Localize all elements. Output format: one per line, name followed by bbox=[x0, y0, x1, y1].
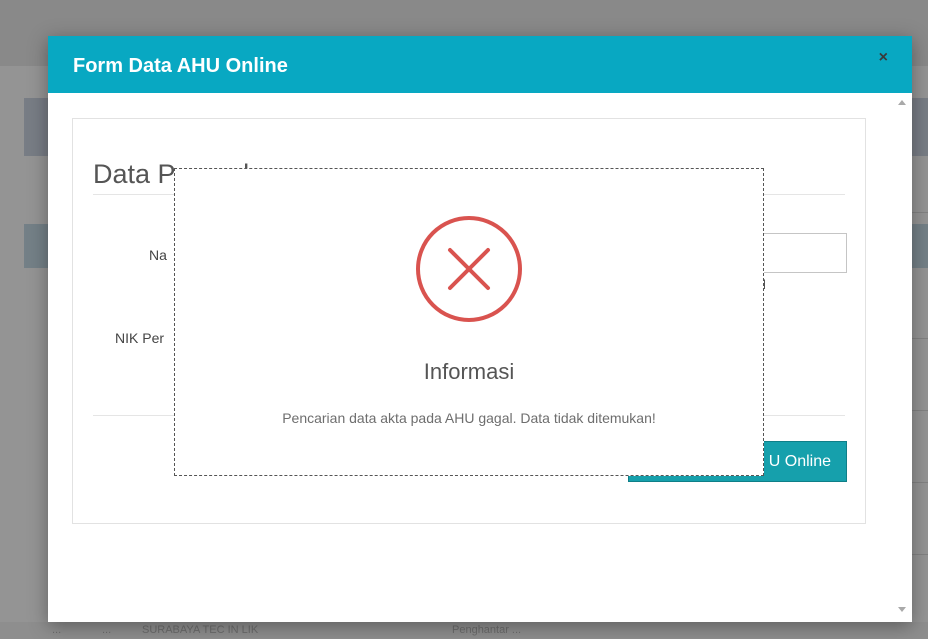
modal-header: Form Data AHU Online × bbox=[48, 36, 912, 93]
error-x-icon bbox=[416, 216, 522, 322]
alert-message: Pencarian data akta pada AHU gagal. Data… bbox=[282, 410, 656, 426]
nama-label: Na bbox=[149, 247, 167, 263]
alert-title: Informasi bbox=[423, 359, 515, 384]
nik-label: NIK Per bbox=[115, 330, 165, 346]
close-icon[interactable]: × bbox=[879, 49, 888, 67]
scroll-up-arrow-icon[interactable] bbox=[898, 100, 906, 105]
scroll-down-arrow-icon[interactable] bbox=[898, 607, 906, 612]
nama-input[interactable] bbox=[763, 233, 847, 273]
modal-title: Form Data AHU Online bbox=[73, 55, 288, 77]
alert-dialog: Informasi Pencarian data akta pada AHU g… bbox=[174, 168, 764, 476]
button-label: U Online bbox=[768, 453, 831, 470]
